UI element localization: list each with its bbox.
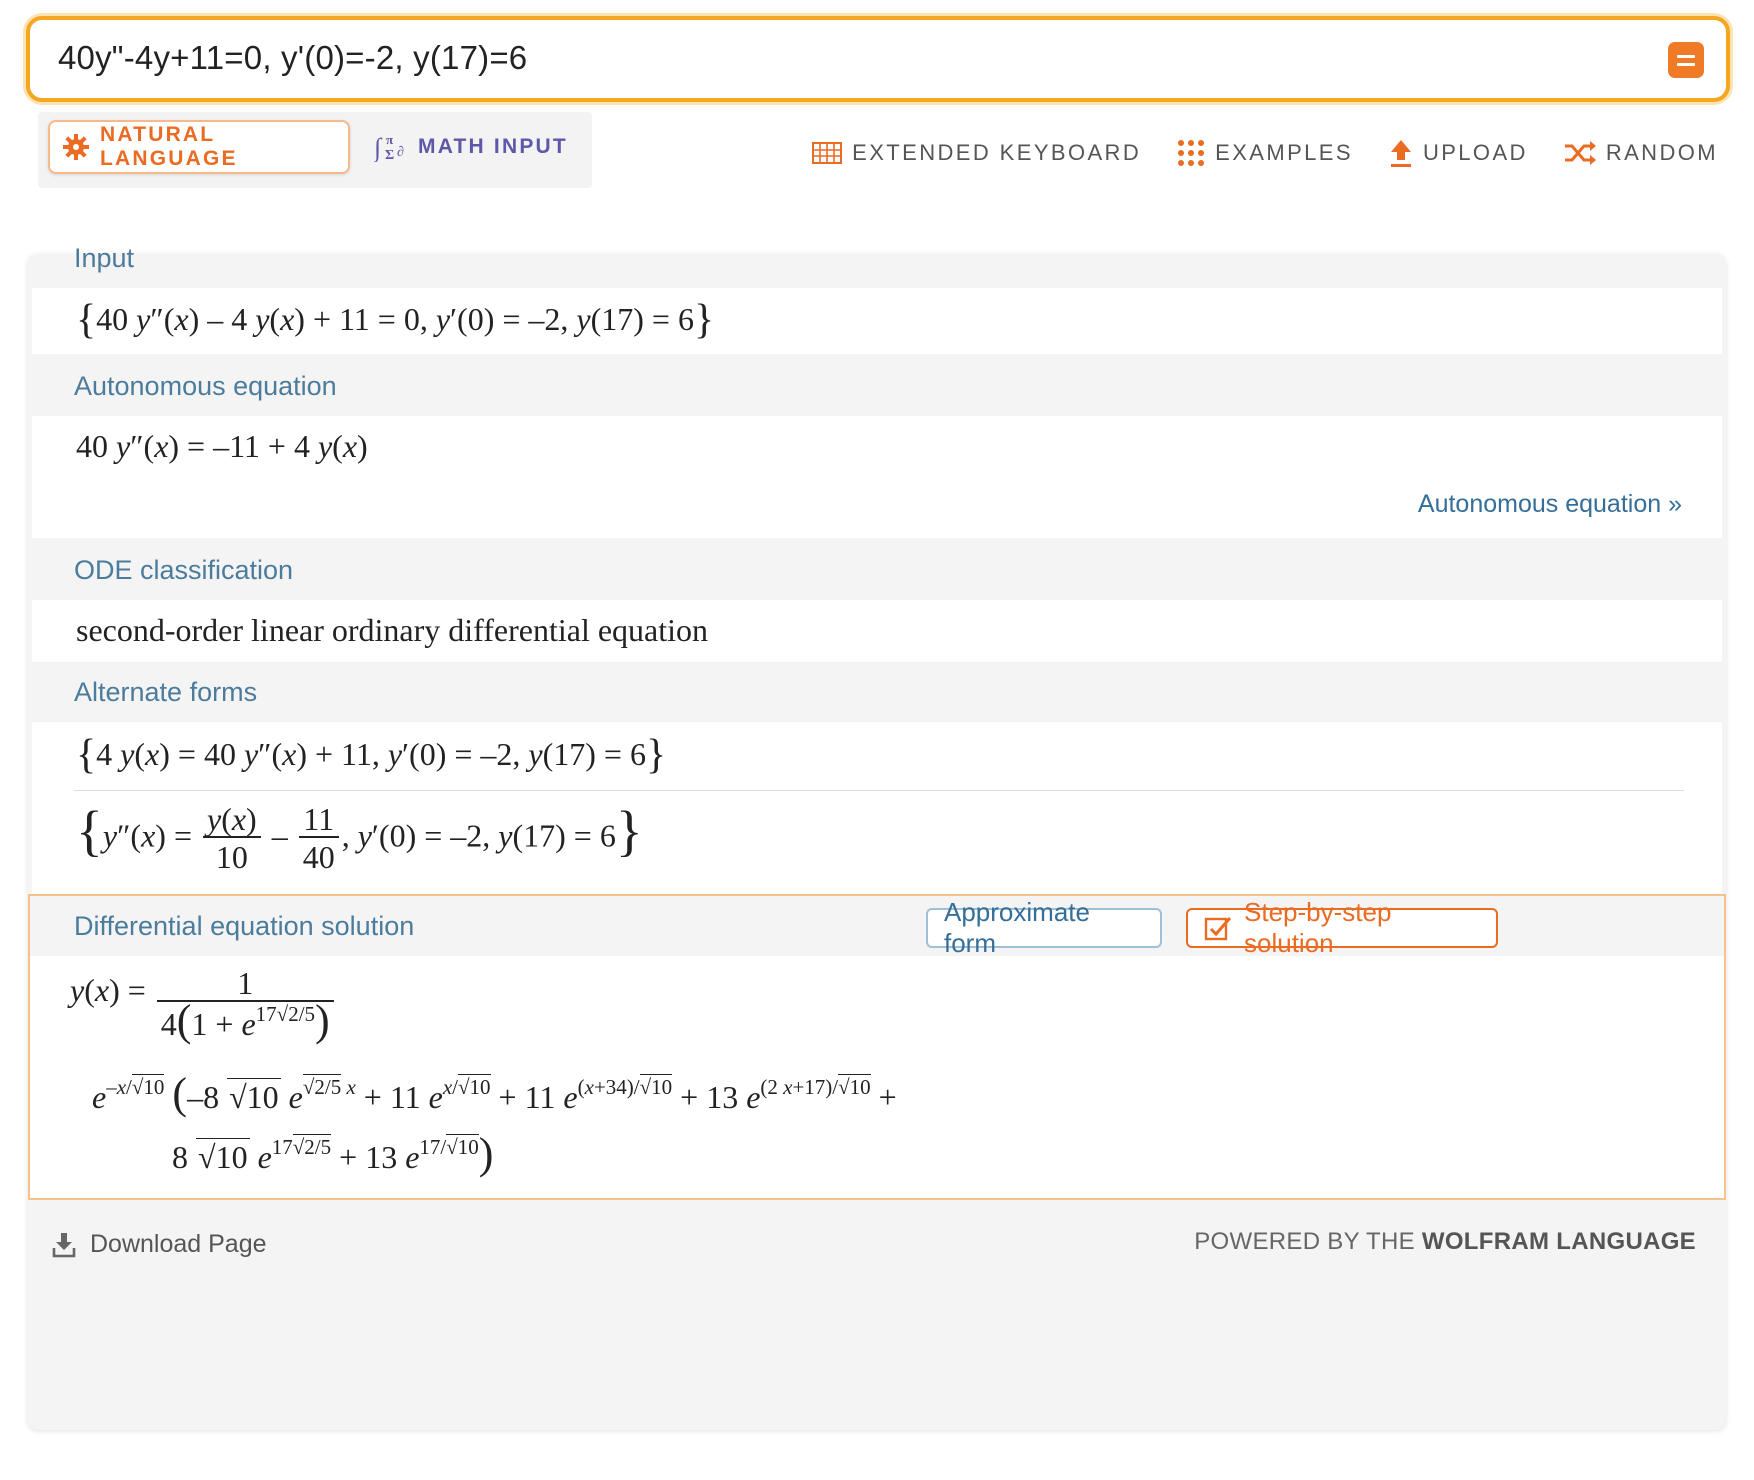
ode-pod-body: second-order linear ordinary differentia…: [32, 600, 1722, 662]
powered-brand: WOLFRAM LANGUAGE: [1421, 1228, 1696, 1255]
approximate-form-button[interactable]: Approximate form: [926, 897, 1162, 958]
shuffle-icon: [1564, 141, 1596, 165]
natural-language-tab[interactable]: NATURAL LANGUAGE: [48, 120, 350, 174]
svg-text:Σ: Σ: [385, 148, 396, 162]
random-button[interactable]: RANDOM: [1564, 138, 1718, 168]
search-bar[interactable]: 40y"-4y+11=0, y'(0)=-2, y(17)=6: [26, 16, 1730, 102]
alternate-pod-body: {4 y(x) = 40 y″(x) + 11, y′(0) = –2, y(1…: [32, 722, 1722, 894]
keyboard-grid-icon: [812, 142, 843, 164]
solution-pod-body: y(x) = 1 4(1 + e17√2/5) e–x/√10 (–8 √10 e…: [30, 956, 1724, 1198]
dots-grid-icon: [1177, 139, 1205, 167]
step-by-step-label: Step-by-step solution: [1244, 897, 1392, 958]
upload-arrow-icon: [1389, 138, 1413, 168]
step-by-step-button[interactable]: Step-by-step solution: [1186, 897, 1498, 958]
solution-line-1: y(x) = 1 4(1 + e17√2/5): [70, 966, 337, 1043]
download-icon: [52, 1232, 76, 1258]
checkbox-pencil-icon: [1204, 915, 1232, 941]
examples-button[interactable]: EXAMPLES: [1177, 138, 1353, 168]
upload-button[interactable]: UPLOAD: [1389, 138, 1528, 168]
natural-language-label: NATURAL LANGUAGE: [100, 123, 238, 170]
search-input[interactable]: 40y"-4y+11=0, y'(0)=-2, y(17)=6: [58, 38, 527, 78]
upload-label: UPLOAD: [1422, 140, 1528, 165]
math-input-tab[interactable]: ∫ π Σ ∂ MATH INPUT: [374, 120, 568, 174]
input-pod-title: Input: [74, 243, 135, 273]
solution-pod-title: Differential equation solution: [74, 911, 415, 941]
autonomous-equation: 40 y″(x) = –11 + 4 y(x): [76, 428, 368, 464]
svg-text:∂: ∂: [397, 145, 406, 160]
approximate-form-label: Approximate form: [944, 897, 1090, 958]
toolbar: EXTENDED KEYBOARD EXAMPLES UPLOAD RANDOM: [776, 138, 1718, 168]
autonomous-pod-body: 40 y″(x) = –11 + 4 y(x) Autonomous equat…: [32, 416, 1722, 538]
autonomous-pod-title: Autonomous equation: [74, 371, 337, 401]
autonomous-equation-link[interactable]: Autonomous equation »: [1418, 490, 1682, 519]
input-equation: {40 y″(x) – 4 y(x) + 11 = 0, y′(0) = –2,…: [76, 297, 715, 343]
alternate-divider: [74, 790, 1684, 791]
solution-line-3: 8 √10 e17√2/5 + 13 e17/√10): [172, 1129, 494, 1178]
ode-classification-text: second-order linear ordinary differentia…: [76, 612, 709, 648]
alternate-form-1: {4 y(x) = 40 y″(x) + 11, y′(0) = –2, y(1…: [76, 732, 667, 778]
input-pod-body: {40 y″(x) – 4 y(x) + 11 = 0, y′(0) = –2,…: [32, 288, 1722, 354]
math-symbols-icon: ∫ π Σ ∂: [374, 132, 408, 162]
random-label: RANDOM: [1605, 140, 1718, 165]
examples-label: EXAMPLES: [1215, 140, 1353, 165]
svg-text:∫: ∫: [374, 133, 383, 162]
compute-icon[interactable]: [1668, 42, 1704, 78]
download-page-label: Download Page: [90, 1230, 267, 1258]
download-page-button[interactable]: Download Page: [52, 1230, 267, 1259]
input-mode-tabs: NATURAL LANGUAGE ∫ π Σ ∂ MATH INPUT: [38, 112, 592, 188]
alternate-pod-title: Alternate forms: [74, 677, 258, 707]
extended-keyboard-button[interactable]: EXTENDED KEYBOARD: [812, 138, 1141, 168]
powered-by[interactable]: POWERED BY THE WOLFRAM LANGUAGE: [1194, 1228, 1696, 1256]
extended-keyboard-label: EXTENDED KEYBOARD: [852, 140, 1142, 165]
svg-text:π: π: [386, 132, 395, 147]
sun-gear-icon: [62, 133, 90, 161]
solution-line-2: e–x/√10 (–8 √10 e√2/5 x + 11 ex/√10 + 11…: [92, 1069, 897, 1118]
math-input-label: MATH INPUT: [418, 135, 568, 158]
ode-pod-title: ODE classification: [74, 555, 294, 585]
alternate-form-2: {y″(x) = y(x) 10 – 11 40, y′(0) = –2, y(17…: [76, 800, 643, 875]
powered-prefix: POWERED BY THE: [1194, 1228, 1422, 1255]
